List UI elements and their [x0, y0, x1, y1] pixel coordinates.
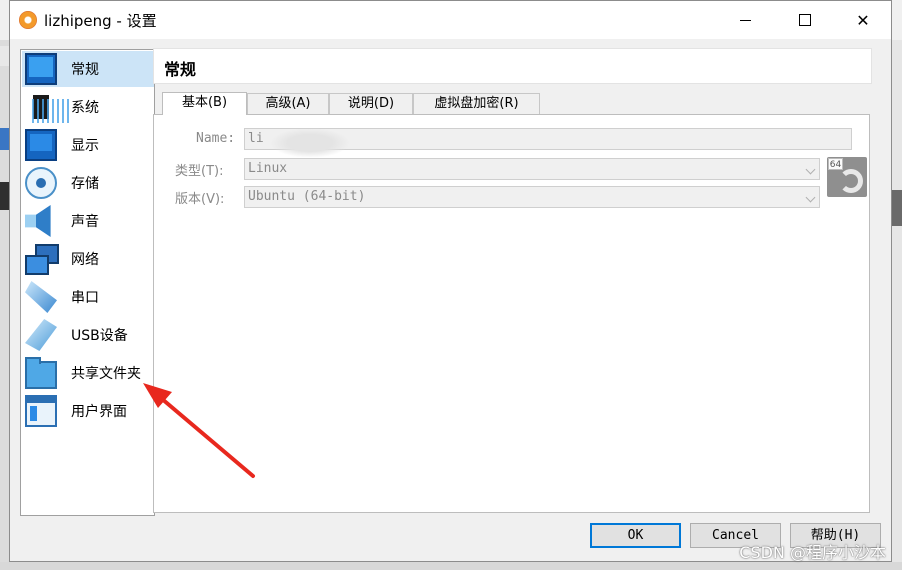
- tab-basic[interactable]: 基本(B): [162, 92, 247, 115]
- watermark-text: CSDN @程序小沙本: [739, 543, 886, 562]
- annotation-arrow: [143, 383, 255, 478]
